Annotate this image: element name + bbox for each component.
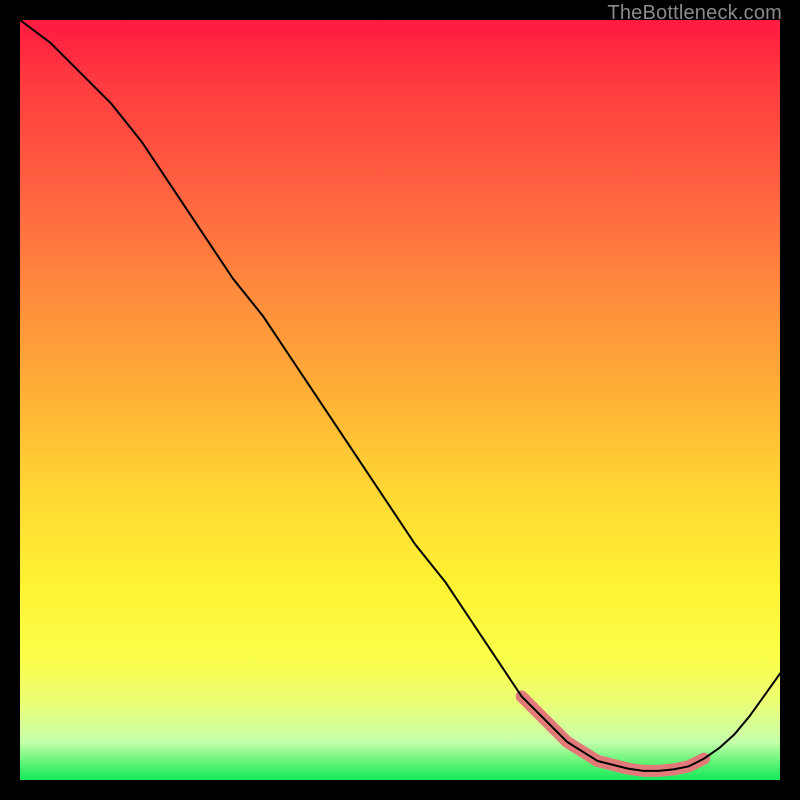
curve-line xyxy=(20,20,780,771)
chart-frame xyxy=(20,20,780,780)
highlight-band xyxy=(522,696,704,771)
plot-area xyxy=(20,20,780,780)
chart-svg xyxy=(20,20,780,780)
